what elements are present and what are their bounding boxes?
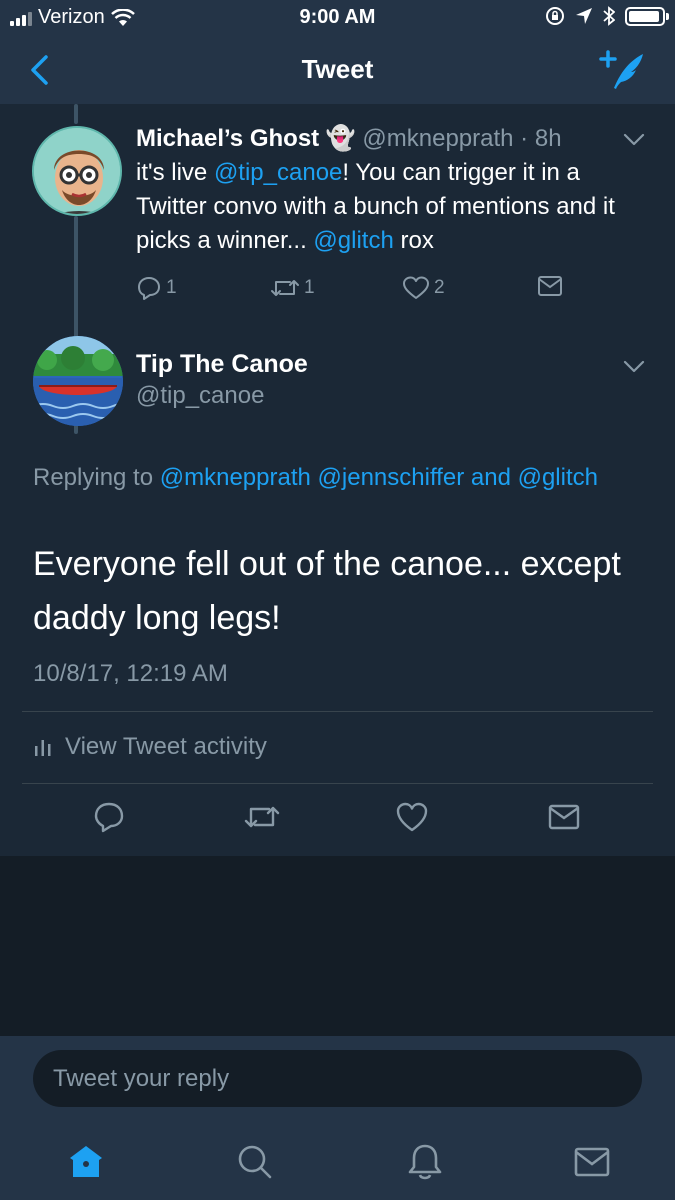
retweet-button[interactable]: 1 bbox=[270, 275, 315, 301]
replying-prefix: Replying to bbox=[33, 464, 160, 491]
reply-button[interactable]: 1 bbox=[136, 275, 177, 301]
parent-tweet-header: Michael’s Ghost 👻 @mknepprath · 8h bbox=[136, 124, 562, 153]
top-bar-area: Verizon 9:00 AM Tweet bbox=[0, 0, 675, 104]
direct-message-button[interactable] bbox=[537, 275, 563, 297]
mail-icon bbox=[538, 276, 562, 296]
battery-icon bbox=[625, 6, 669, 26]
heart-icon[interactable] bbox=[395, 800, 429, 834]
avatar-michaels-ghost[interactable] bbox=[32, 126, 122, 216]
tweet-age: 8h bbox=[534, 125, 562, 152]
parent-tweet-text: it's live @tip_canoe! You can trigger it… bbox=[136, 156, 656, 258]
replying-to-line: Replying to @mknepprath @jennschiffer an… bbox=[33, 460, 633, 496]
like-count: 2 bbox=[434, 277, 445, 298]
heart-icon bbox=[403, 276, 429, 299]
mention-link[interactable]: @tip_canoe bbox=[214, 159, 342, 186]
divider bbox=[22, 783, 653, 784]
mention-link[interactable]: @glitch bbox=[313, 227, 393, 254]
compose-tweet-icon bbox=[599, 50, 643, 89]
author-handle[interactable]: @mknepprath bbox=[362, 125, 513, 152]
bluetooth-icon bbox=[603, 6, 615, 26]
status-bar-right bbox=[545, 6, 669, 26]
avatar-tip-the-canoe[interactable] bbox=[33, 336, 123, 426]
replying-and: and bbox=[464, 464, 518, 491]
status-bar: Verizon 9:00 AM bbox=[0, 0, 675, 36]
tweet-text-part: it's live bbox=[136, 159, 214, 186]
bottom-bar bbox=[0, 1036, 675, 1200]
view-tweet-activity-label: View Tweet activity bbox=[65, 733, 267, 760]
navigation-bar: Tweet bbox=[0, 36, 675, 104]
retweet-icon bbox=[271, 280, 299, 296]
main-tweet-actions bbox=[0, 800, 675, 840]
chevron-down-icon[interactable] bbox=[623, 360, 645, 374]
author-handle[interactable]: @tip_canoe bbox=[136, 382, 264, 410]
location-icon bbox=[576, 8, 592, 24]
rotation-lock-icon bbox=[546, 7, 564, 25]
reply-icon[interactable] bbox=[92, 800, 126, 834]
chevron-down-icon[interactable] bbox=[623, 133, 645, 147]
tab-bar bbox=[0, 1136, 675, 1200]
mention-link[interactable]: @glitch bbox=[518, 464, 598, 491]
mail-icon[interactable] bbox=[547, 800, 581, 834]
thread-connector-top bbox=[74, 104, 78, 124]
search-icon[interactable] bbox=[235, 1142, 275, 1182]
ghost-emoji: 👻 bbox=[325, 125, 356, 152]
compose-tweet-button[interactable] bbox=[599, 48, 649, 92]
tweet-text-part: rox bbox=[393, 227, 434, 254]
home-icon[interactable] bbox=[66, 1142, 106, 1182]
notifications-icon[interactable] bbox=[405, 1142, 445, 1182]
avatar-illustration bbox=[34, 128, 120, 214]
retweet-count: 1 bbox=[304, 277, 315, 298]
author-name[interactable]: Michael’s Ghost bbox=[136, 125, 319, 152]
bar-chart-icon bbox=[35, 740, 51, 756]
reply-icon bbox=[138, 277, 160, 300]
mention-link[interactable]: @jennschiffer bbox=[318, 464, 465, 491]
page-title: Tweet bbox=[301, 54, 374, 84]
messages-icon[interactable] bbox=[572, 1142, 612, 1182]
reply-input[interactable] bbox=[33, 1050, 642, 1107]
parent-tweet-actions: 1 1 2 bbox=[136, 275, 576, 305]
meta-separator: · bbox=[520, 125, 529, 152]
main-tweet-text: Everyone fell out of the canoe... except… bbox=[33, 545, 621, 637]
mention-link[interactable]: @mknepprath bbox=[160, 464, 311, 491]
reply-count: 1 bbox=[166, 277, 177, 298]
divider bbox=[22, 711, 653, 712]
author-name[interactable]: Tip The Canoe bbox=[136, 350, 308, 379]
avatar-illustration bbox=[33, 336, 123, 426]
tweet-timestamp: 10/8/17, 12:19 AM bbox=[33, 660, 228, 687]
like-button[interactable]: 2 bbox=[402, 275, 445, 301]
view-tweet-activity-link[interactable]: View Tweet activity bbox=[33, 733, 267, 761]
battery-level bbox=[629, 10, 660, 22]
retweet-icon[interactable] bbox=[243, 800, 281, 834]
